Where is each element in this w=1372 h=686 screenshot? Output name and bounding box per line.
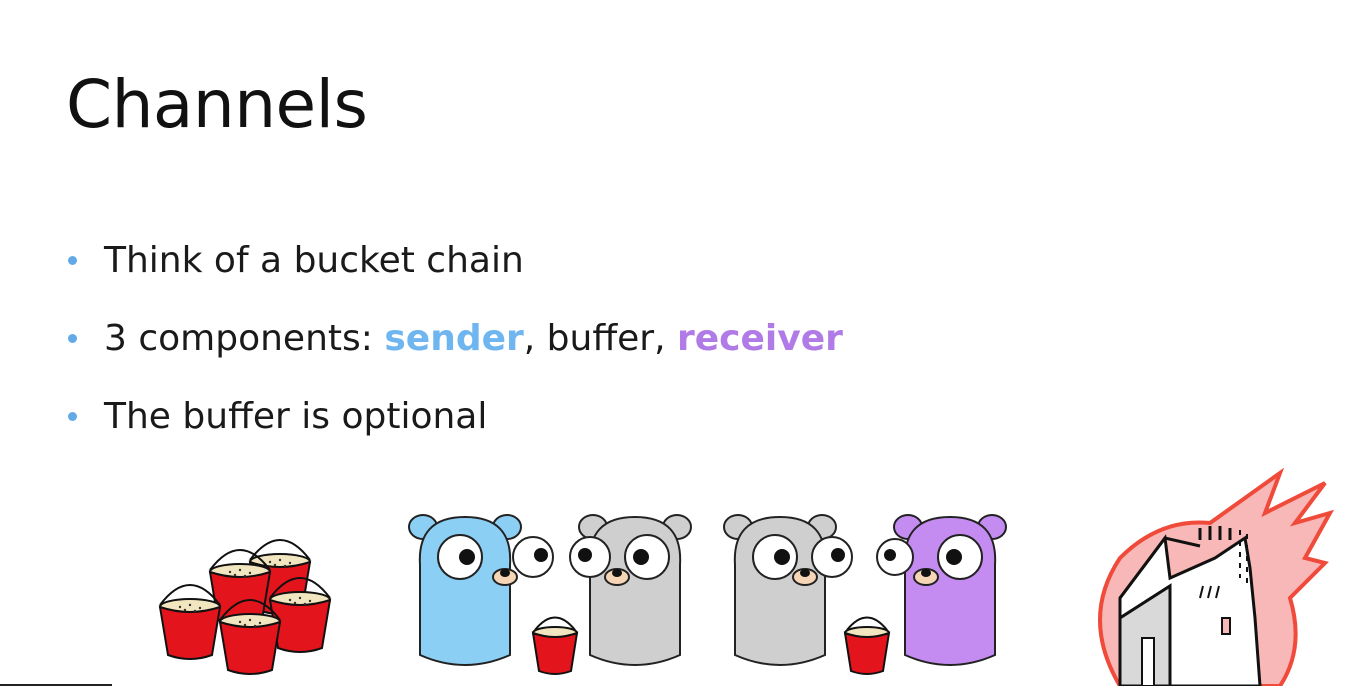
gopher-chain-illustration — [408, 514, 1007, 675]
bucket-icon — [531, 616, 579, 675]
bullet-item: Think of a bucket chain — [64, 232, 843, 310]
bullet-prefix: 3 components: — [104, 318, 385, 359]
gray-gopher-icon — [569, 514, 692, 666]
bullet-middle: , buffer, — [523, 318, 677, 359]
bullet-dot-icon — [68, 256, 77, 265]
bullet-dot-icon — [68, 412, 77, 421]
gray-gopher-icon — [723, 514, 853, 666]
bucket-pile-illustration — [159, 539, 331, 675]
burning-house-illustration — [1098, 468, 1335, 686]
bucket-icon — [843, 616, 891, 675]
sender-highlight: sender — [384, 318, 524, 359]
bullet-item: The buffer is optional — [64, 388, 843, 466]
receiver-highlight: receiver — [676, 318, 843, 359]
bullet-list: Think of a bucket chain 3 components: se… — [64, 232, 843, 466]
bullet-item: 3 components: sender, buffer, receiver — [64, 310, 843, 388]
slide-title: Channels — [66, 66, 368, 143]
bullet-dot-icon — [68, 334, 77, 343]
blue-gopher-icon — [408, 514, 554, 666]
bullet-text: The buffer is optional — [104, 396, 488, 437]
bullet-text: Think of a bucket chain — [104, 240, 524, 281]
purple-gopher-icon — [876, 514, 1007, 666]
slide: Channels Think of a bucket chain 3 compo… — [0, 0, 1372, 686]
